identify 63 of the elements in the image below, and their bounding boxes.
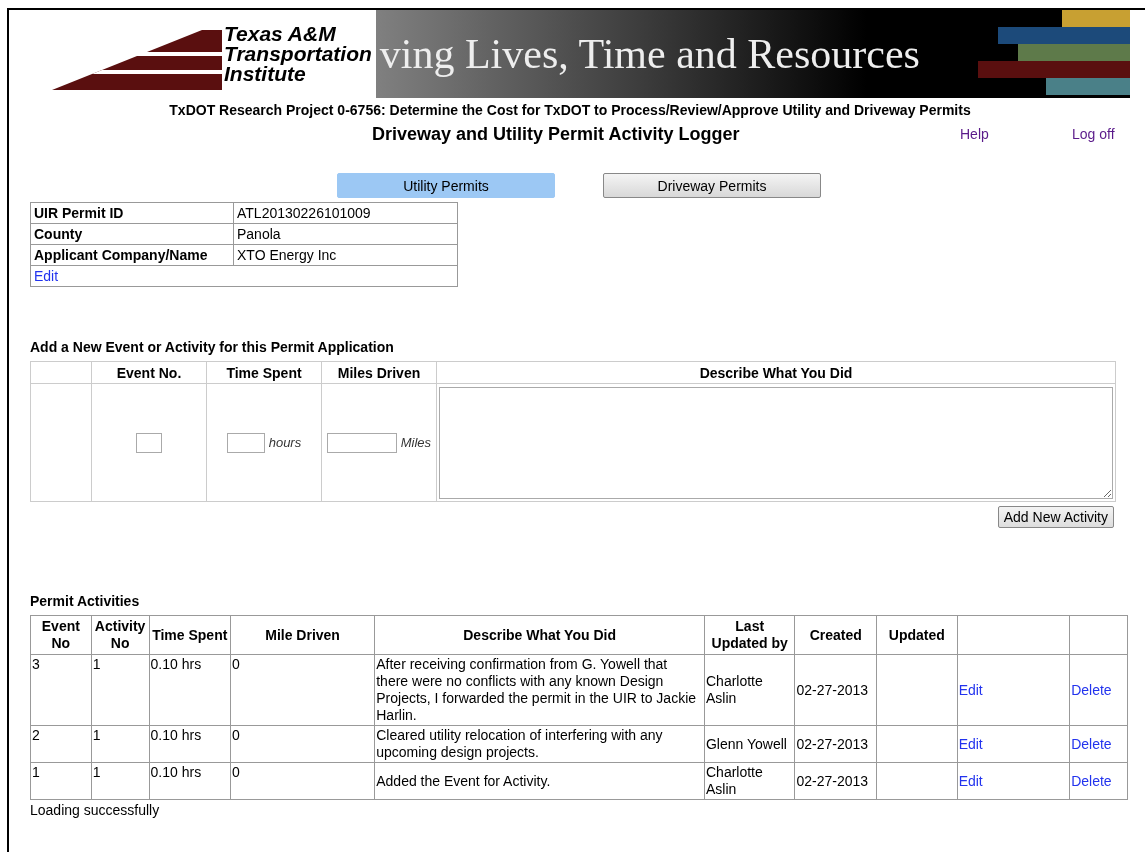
section-heading: Permit Activities	[30, 593, 141, 609]
info-value: ATL20130226101009	[233, 202, 458, 224]
project-title: TxDOT Research Project 0-6756: Determine the Cost for TxDOT to Process/Review/Approve Utility and Driveway Permits	[168, 102, 972, 118]
table-cell: 1	[92, 656, 101, 672]
info-label: County	[30, 223, 234, 245]
table-cell: Charlotte Aslin	[706, 764, 763, 797]
app-title: Driveway and Utility Permit Activity Logger	[372, 123, 741, 145]
table-cell: 3	[32, 656, 40, 672]
add-activity-button[interactable]: Add New Activity	[997, 506, 1114, 528]
column-header: Describe What You Did	[374, 615, 705, 655]
table-cell: Glenn Yowell	[706, 735, 787, 752]
edit-link[interactable]: Edit	[958, 772, 983, 789]
miles-field[interactable]	[326, 432, 397, 453]
nav-link[interactable]: Help	[960, 126, 1072, 142]
event-no-field[interactable]	[136, 432, 162, 453]
table-cell: 0.10 hrs	[150, 764, 202, 780]
table-cell: 02-27-2013	[796, 735, 869, 752]
edit-link[interactable]: Edit	[958, 681, 983, 698]
table-cell: 0	[231, 764, 240, 780]
info-label: UIR Permit ID	[30, 202, 234, 224]
info-value: XTO Energy Inc	[233, 244, 458, 266]
table-cell: Charlotte Aslin	[706, 673, 763, 706]
table-cell: 2	[32, 727, 40, 743]
nav-link[interactable]: Log off	[1072, 126, 1115, 142]
column-header: Activity No	[91, 615, 150, 655]
table-cell: 0.10 hrs	[150, 656, 202, 672]
status-message: Loading successfully	[30, 802, 161, 818]
logo-text: Institute	[224, 64, 306, 84]
unit-label: Miles	[400, 434, 432, 450]
description-field[interactable]	[439, 386, 1113, 499]
table-cell: Cleared utility relocation of interfering with any upcoming design projects.	[376, 727, 663, 760]
column-header: Miles Driven	[321, 361, 437, 384]
delete-link[interactable]: Delete	[1071, 681, 1112, 698]
table-cell: 1	[32, 764, 40, 780]
table-cell: 0.10 hrs	[150, 727, 202, 743]
table-cell: 0	[231, 656, 240, 672]
column-header: Event No	[30, 615, 92, 655]
column-header: Event No.	[91, 361, 207, 384]
table-cell: 02-27-2013	[796, 681, 869, 698]
column-header: Mile Driven	[230, 615, 375, 655]
time-spent-field[interactable]	[226, 432, 265, 453]
table-cell: 1	[92, 764, 101, 780]
logo-text: Texas A&M	[224, 24, 337, 44]
column-header: Updated	[876, 615, 958, 655]
table-cell: After receiving confirmation from G. Yowell that there were no conflicts with any known Design Projects, I forwarded the permit in the UIR to Jackie Harlin.	[376, 656, 697, 723]
unit-label: hours	[268, 434, 302, 450]
column-header: Time Spent	[149, 615, 231, 655]
edit-link[interactable]: Edit	[34, 268, 59, 284]
table-cell: 0	[231, 727, 240, 743]
permit-tab[interactable]: Utility Permits	[337, 173, 555, 198]
permit-tab[interactable]: Driveway Permits	[603, 173, 821, 198]
column-header: Last Updated by	[704, 615, 795, 655]
table-cell: Added the Event for Activity.	[376, 772, 551, 789]
edit-link[interactable]: Edit	[958, 735, 983, 752]
section-heading: Add a New Event or Activity for this Permit Application	[30, 339, 395, 355]
table-cell: 1	[92, 727, 101, 743]
column-header: Time Spent	[206, 361, 322, 384]
logo-text: Transportation	[224, 44, 372, 64]
info-value: Panola	[233, 223, 458, 245]
table-cell: 02-27-2013	[796, 772, 869, 789]
column-header: Created	[794, 615, 877, 655]
column-header: Describe What You Did	[436, 361, 1116, 384]
info-label: Applicant Company/Name	[30, 244, 234, 266]
